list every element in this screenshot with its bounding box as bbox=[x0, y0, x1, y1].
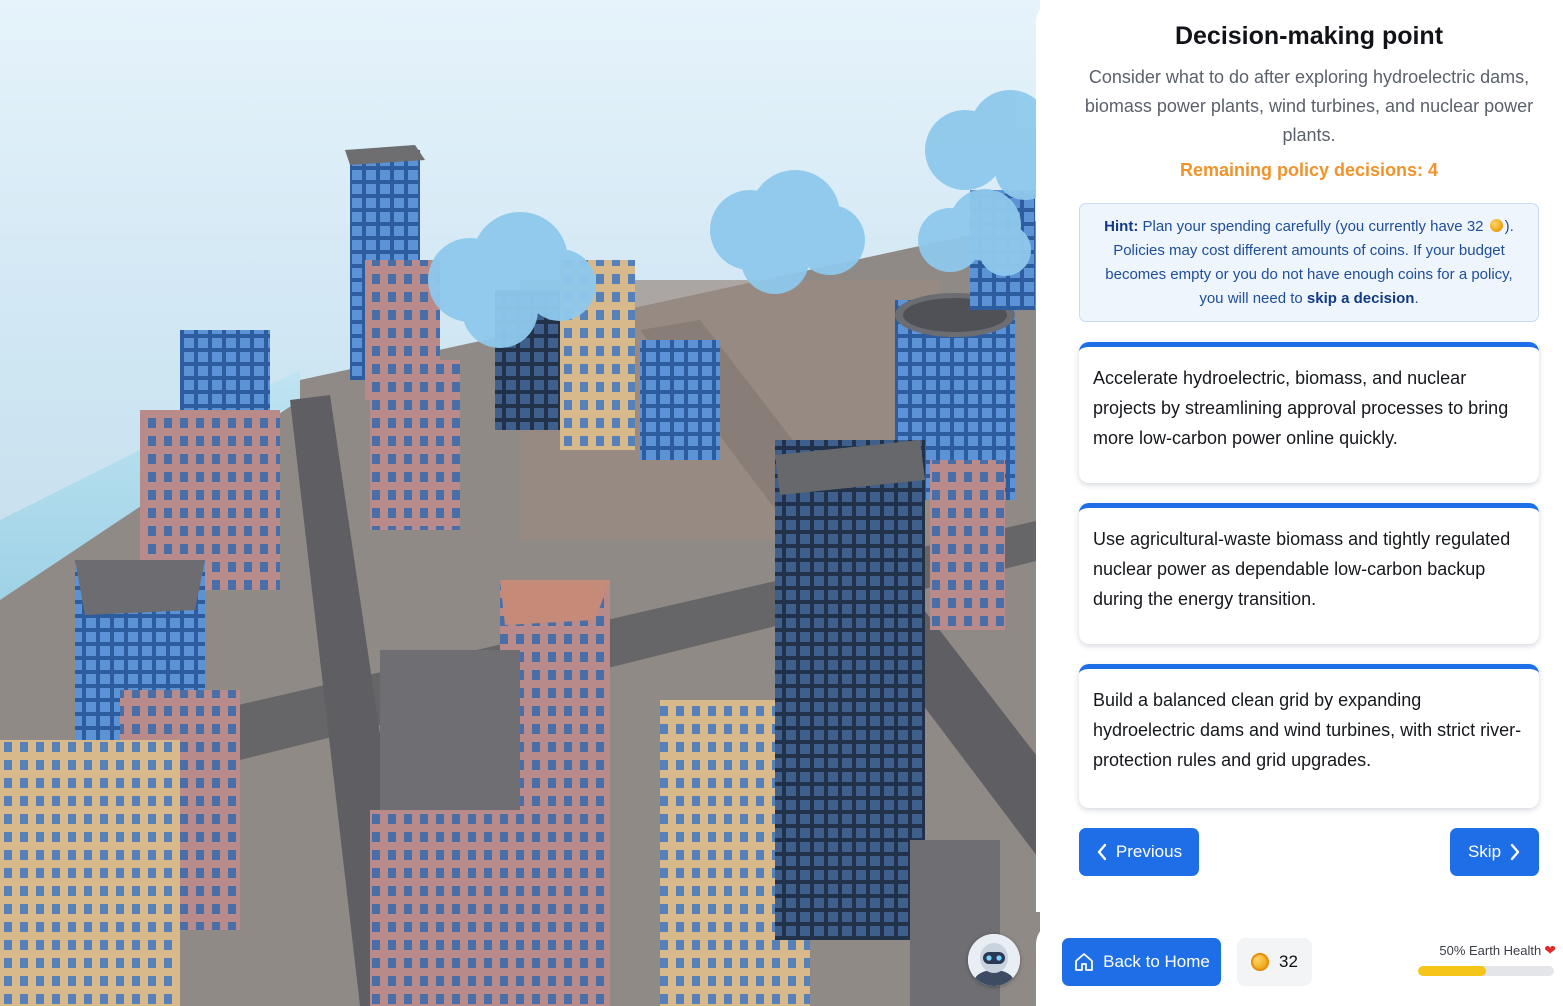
hint-emphasis: skip a decision bbox=[1306, 290, 1415, 307]
chevron-left-icon bbox=[1097, 843, 1107, 861]
heart-icon: ❤ bbox=[1544, 942, 1556, 958]
back-to-home-button[interactable]: Back to Home bbox=[1062, 938, 1221, 986]
earth-health-label: 50% Earth Health ❤ bbox=[1418, 942, 1556, 959]
game-screen: Decision-making point Consider what to d… bbox=[0, 0, 1563, 1006]
navigation-row: Previous Skip bbox=[1079, 828, 1539, 878]
policy-option-3[interactable]: Build a balanced clean grid by expanding… bbox=[1079, 664, 1539, 808]
earth-health-fill bbox=[1418, 966, 1486, 976]
earth-health-bar bbox=[1418, 966, 1554, 976]
home-icon bbox=[1075, 953, 1094, 971]
remaining-decisions: Remaining policy decisions: 4 bbox=[1179, 160, 1439, 180]
previous-label: Previous bbox=[1115, 842, 1183, 861]
panel-title: Decision-making point bbox=[1174, 22, 1444, 50]
policy-options: Accelerate hydroelectric, biomass, and n… bbox=[1079, 342, 1539, 808]
coin-counter: 32 bbox=[1237, 938, 1312, 986]
hint-end: . bbox=[1414, 290, 1419, 307]
coin-count: 32 bbox=[1279, 952, 1298, 971]
earth-health: 50% Earth Health ❤ bbox=[1418, 942, 1556, 976]
city-scene[interactable] bbox=[0, 0, 1040, 1006]
hint-text: Plan your spending carefully (you curren… bbox=[1138, 218, 1488, 235]
back-to-home-label: Back to Home bbox=[1103, 952, 1210, 971]
coin-icon bbox=[1489, 219, 1503, 232]
previous-button[interactable]: Previous bbox=[1079, 828, 1199, 876]
policy-option-1[interactable]: Accelerate hydroelectric, biomass, and n… bbox=[1079, 342, 1539, 483]
skip-label: Skip bbox=[1467, 842, 1502, 861]
coin-icon bbox=[1251, 953, 1270, 971]
bottom-bar: Back to Home 32 50% Earth Health ❤ bbox=[1036, 922, 1563, 1006]
chevron-right-icon bbox=[1510, 843, 1520, 861]
skip-button[interactable]: Skip bbox=[1450, 828, 1539, 876]
city-illustration bbox=[0, 90, 1040, 1006]
hint-box: Hint: Plan your spending carefully (you … bbox=[1079, 203, 1539, 322]
hint-label: Hint: bbox=[1104, 218, 1139, 235]
earth-health-text: 50% Earth Health bbox=[1439, 943, 1542, 958]
panel-description: Consider what to do after exploring hydr… bbox=[1084, 67, 1534, 145]
policy-option-2[interactable]: Use agricultural-waste biomass and tight… bbox=[1079, 503, 1539, 644]
robot-avatar-icon[interactable] bbox=[968, 934, 1020, 986]
decision-panel: Decision-making point Consider what to d… bbox=[1036, 0, 1563, 912]
